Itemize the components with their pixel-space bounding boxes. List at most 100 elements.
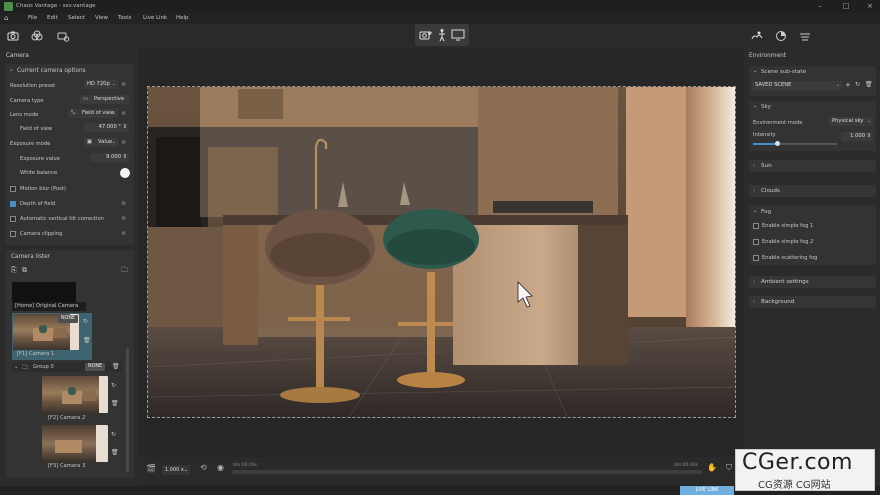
camera-2-thumbnail[interactable] — [42, 376, 108, 413]
auto-tilt-checkbox[interactable] — [10, 216, 16, 222]
delete-icon[interactable]: 🗑 — [83, 337, 91, 344]
clouds-section-header[interactable]: › Clouds — [749, 185, 876, 197]
sliders-icon[interactable]: ≋ — [121, 230, 126, 237]
current-camera-options-title[interactable]: Current camera options — [17, 68, 86, 74]
camera-3-thumbnail[interactable] — [42, 425, 108, 462]
scene-substate-dropdown[interactable]: SAVED SCENE ⌄ — [752, 81, 842, 90]
sliders-icon[interactable]: ≋ — [121, 81, 126, 88]
resolution-preset-dropdown[interactable]: HD 720p ⌄ — [84, 80, 118, 89]
menu-edit[interactable]: Edit — [47, 15, 58, 21]
field-of-view-input[interactable]: 47.000 ° ⇕ — [84, 123, 129, 132]
hand-icon[interactable]: ✋ — [707, 463, 717, 472]
camera-type-dropdown[interactable]: ▭ Perspective — [80, 95, 129, 104]
group-0-badge[interactable]: NONE — [85, 363, 105, 371]
add-icon[interactable]: + — [845, 81, 851, 89]
new-folder-icon[interactable]: 🗀 — [121, 266, 128, 277]
ambient-settings-header[interactable]: › Ambient settings — [749, 276, 876, 288]
menu-help[interactable]: Help — [176, 15, 189, 21]
exposure-mode-dropdown[interactable]: ▣ Value ⌄ — [84, 138, 118, 147]
simple-fog-2-checkbox[interactable] — [753, 239, 759, 245]
camera-settings-tab-icon[interactable] — [56, 29, 70, 43]
home-icon[interactable]: ⌂ — [4, 14, 8, 22]
loop-icon[interactable]: ⟲ — [200, 463, 207, 472]
add-group-icon[interactable]: ⧉ — [22, 266, 27, 275]
render-tab-icon[interactable] — [774, 29, 788, 43]
menu-view[interactable]: View — [95, 15, 108, 21]
sliders-icon[interactable]: ≋ — [121, 110, 126, 117]
screen-icon[interactable] — [451, 29, 465, 41]
intensity-input[interactable]: 1.000 ⇕ — [841, 132, 873, 141]
sync-icon[interactable]: ↻ — [855, 81, 860, 88]
delete-icon[interactable]: 🗑 — [111, 449, 119, 456]
camera-2-label[interactable]: [F2] Camera 2 — [48, 415, 85, 421]
chevron-down-icon[interactable]: ⌄ — [753, 68, 757, 74]
environment-tab-icon[interactable] — [750, 29, 764, 43]
camera-3-label[interactable]: [F3] Camera 3 — [48, 463, 85, 469]
group-0-row[interactable] — [12, 362, 122, 372]
menu-tools[interactable]: Tools — [118, 15, 132, 21]
live-link-badge[interactable]: LIVE LINK — [680, 486, 734, 495]
chevron-down-icon[interactable]: ⌄ — [753, 103, 757, 109]
close-button[interactable]: × — [858, 1, 880, 12]
simple-fog-1-checkbox[interactable] — [753, 223, 759, 229]
clapperboard-icon[interactable]: 🎬 — [146, 464, 156, 473]
chevron-down-icon[interactable]: ⌄ — [753, 208, 757, 214]
camera-tab-icon[interactable] — [6, 29, 20, 43]
background-header[interactable]: › Background — [749, 296, 876, 308]
chevron-down-icon[interactable]: ⌄ — [14, 364, 18, 370]
group-0-label[interactable]: Group 0 — [33, 364, 54, 370]
scene-substate-title[interactable]: Scene sub-state — [761, 69, 806, 75]
exposure-icon: ▣ — [87, 139, 92, 145]
sun-section-header[interactable]: › Sun — [749, 160, 876, 172]
delete-icon[interactable]: 🗑 — [865, 81, 873, 88]
fog-title[interactable]: Fog — [761, 209, 771, 215]
menu-live-link[interactable]: Live Link — [143, 15, 167, 21]
minimize-button[interactable]: – — [808, 1, 832, 12]
post-effects-tab-icon[interactable] — [798, 29, 812, 43]
menu-select[interactable]: Select — [68, 15, 85, 21]
refresh-icon[interactable]: ↻ — [83, 318, 88, 325]
camera-clipping-checkbox[interactable] — [10, 231, 16, 237]
exposure-value-input[interactable]: 9.000 ⇕ — [90, 153, 129, 162]
environment-mode-dropdown[interactable]: Physical sky ⌄ — [829, 117, 873, 126]
timeline-slider[interactable] — [232, 470, 702, 474]
window-title: Chaos Vantage - ssv.vantage — [16, 3, 96, 9]
camera-section-title: Camera — [6, 53, 29, 59]
refresh-icon[interactable]: ↻ — [111, 382, 116, 389]
exposure-mode-label: Exposure mode — [10, 141, 51, 147]
camera-1-badge[interactable]: NONE — [58, 315, 78, 323]
delete-icon[interactable]: 🗑 — [111, 400, 119, 407]
camera-type-label: Camera type — [10, 98, 44, 104]
motion-blur-checkbox[interactable] — [10, 186, 16, 192]
sliders-icon[interactable]: ≋ — [121, 139, 126, 146]
scattering-fog-checkbox[interactable] — [753, 255, 759, 261]
home-camera-label[interactable]: [Home] Original Camera — [15, 303, 78, 309]
refresh-icon[interactable]: ↻ — [111, 431, 116, 438]
menu-file[interactable]: File — [28, 15, 37, 21]
delete-icon[interactable]: 🗑 — [112, 363, 120, 370]
walk-mode-icon[interactable] — [436, 28, 448, 42]
home-camera-thumbnail[interactable] — [12, 282, 76, 302]
lens-mode-dropdown[interactable]: ⤡ Field of view ⌄ — [68, 109, 118, 118]
intensity-label: Intensity — [753, 132, 776, 138]
zoom-dropdown[interactable]: 1.000 x ⌄ — [162, 465, 190, 475]
sky-title[interactable]: Sky — [761, 104, 771, 110]
camera-add-icon[interactable] — [419, 29, 433, 41]
maximize-button[interactable]: □ — [834, 1, 858, 12]
sliders-icon[interactable]: ≋ — [121, 215, 126, 222]
filter-icon[interactable]: ⛉ — [726, 463, 732, 473]
chevron-down-icon[interactable]: ⌄ — [9, 67, 14, 73]
depth-of-field-checkbox[interactable] — [10, 201, 16, 207]
render-viewport[interactable] — [147, 86, 736, 418]
camera-1-label[interactable]: [F1] Camera 1 — [17, 351, 54, 357]
camera-list-scrollbar[interactable] — [126, 348, 129, 472]
watermark-subtext: CG资源 CG网站 — [758, 480, 831, 491]
objects-tab-icon[interactable] — [30, 29, 44, 43]
white-balance-color-swatch[interactable] — [120, 168, 130, 178]
watermark: CGer.com CG资源 CG网站 — [735, 449, 875, 491]
play-icon[interactable]: ◉ — [217, 463, 224, 472]
sliders-icon[interactable]: ≋ — [121, 200, 126, 207]
lens-icon: ⤡ — [71, 110, 76, 116]
add-camera-icon[interactable]: ⎘ — [11, 266, 17, 275]
intensity-slider[interactable] — [753, 141, 837, 146]
